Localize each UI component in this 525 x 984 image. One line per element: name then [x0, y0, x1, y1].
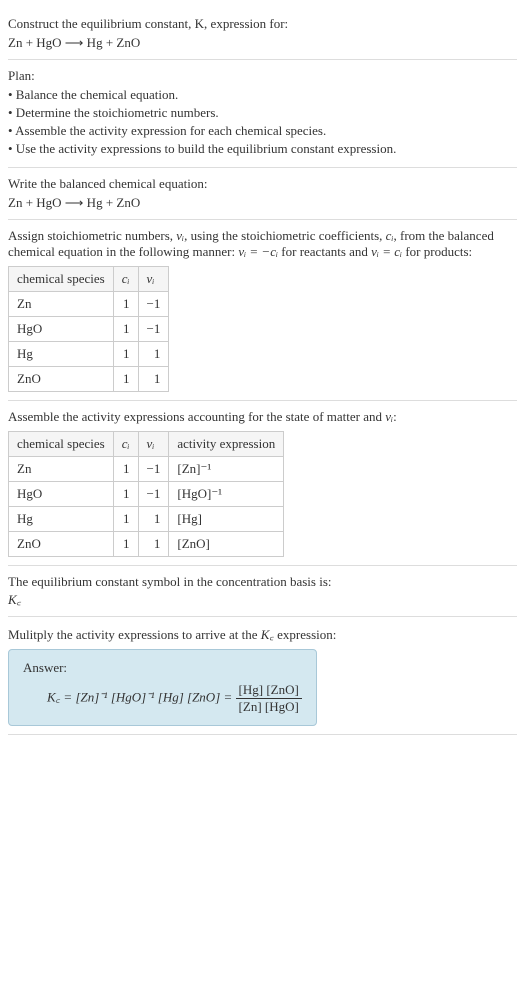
- cell-nu: −1: [138, 292, 169, 317]
- cell-c: 1: [113, 342, 138, 367]
- cell-c: 1: [113, 482, 138, 507]
- cell-c: 1: [113, 457, 138, 482]
- nu-symbol: νᵢ: [176, 228, 184, 243]
- cell-nu: 1: [138, 532, 169, 557]
- cell-nu: −1: [138, 317, 169, 342]
- intro-text: Construct the equilibrium constant, K, e…: [8, 16, 517, 32]
- cell-c: 1: [113, 317, 138, 342]
- table-row: Hg 1 1: [9, 342, 169, 367]
- multiply-text: Mulitply the activity expressions to arr…: [8, 625, 517, 643]
- cell-c: 1: [113, 532, 138, 557]
- multiply-section: Mulitply the activity expressions to arr…: [8, 617, 517, 735]
- symbol-text: The equilibrium constant symbol in the c…: [8, 574, 517, 590]
- stoich-table: chemical species cᵢ νᵢ Zn 1 −1 HgO 1 −1 …: [8, 266, 169, 392]
- cell-nu: 1: [138, 342, 169, 367]
- table-header-row: chemical species cᵢ νᵢ activity expressi…: [9, 432, 284, 457]
- plan-item: • Balance the chemical equation.: [8, 87, 517, 103]
- activity-text: Assemble the activity expressions accoun…: [8, 409, 517, 425]
- col-ci: cᵢ: [113, 432, 138, 457]
- symbol-section: The equilibrium constant symbol in the c…: [8, 566, 517, 617]
- nu-symbol: νᵢ: [385, 409, 393, 424]
- cell-nu: −1: [138, 457, 169, 482]
- table-row: Zn 1 −1: [9, 292, 169, 317]
- plan-section: Plan: • Balance the chemical equation. •…: [8, 60, 517, 168]
- text: , using the stoichiometric coefficients,: [184, 228, 386, 243]
- answer-expression: K꜀ = [Zn]⁻¹ [HgO]⁻¹ [Hg] [ZnO] = [Hg] [Z…: [47, 682, 302, 715]
- col-nu: νᵢ: [138, 267, 169, 292]
- plan-item: • Assemble the activity expression for e…: [8, 123, 517, 139]
- cell-activity: [Hg]: [169, 507, 284, 532]
- relation: νᵢ = cᵢ: [371, 244, 402, 259]
- balanced-section: Write the balanced chemical equation: Zn…: [8, 168, 517, 220]
- plan-item: • Determine the stoichiometric numbers.: [8, 105, 517, 121]
- text: Assemble the activity expressions accoun…: [8, 409, 385, 424]
- col-activity: activity expression: [169, 432, 284, 457]
- table-row: Hg 1 1 [Hg]: [9, 507, 284, 532]
- cell-activity: [HgO]⁻¹: [169, 482, 284, 507]
- plan-list: • Balance the chemical equation. • Deter…: [8, 87, 517, 157]
- table-row: ZnO 1 1 [ZnO]: [9, 532, 284, 557]
- table-row: Zn 1 −1 [Zn]⁻¹: [9, 457, 284, 482]
- intro-section: Construct the equilibrium constant, K, e…: [8, 8, 517, 60]
- balanced-text: Write the balanced chemical equation:: [8, 176, 517, 192]
- col-species: chemical species: [9, 432, 114, 457]
- cell-species: HgO: [9, 317, 114, 342]
- cell-activity: [ZnO]: [169, 532, 284, 557]
- cell-species: Zn: [9, 292, 114, 317]
- cell-species: Zn: [9, 457, 114, 482]
- stoich-section: Assign stoichiometric numbers, νᵢ, using…: [8, 220, 517, 401]
- text: Assign stoichiometric numbers,: [8, 228, 176, 243]
- answer-label: Answer:: [23, 660, 302, 676]
- cell-species: Hg: [9, 507, 114, 532]
- cell-nu: 1: [138, 367, 169, 392]
- activity-section: Assemble the activity expressions accoun…: [8, 401, 517, 566]
- fraction: [Hg] [ZnO][Zn] [HgO]: [236, 682, 302, 715]
- cell-species: HgO: [9, 482, 114, 507]
- table-row: HgO 1 −1: [9, 317, 169, 342]
- plan-header: Plan:: [8, 68, 517, 84]
- cell-species: Hg: [9, 342, 114, 367]
- cell-species: ZnO: [9, 532, 114, 557]
- fraction-numerator: [Hg] [ZnO]: [236, 682, 302, 699]
- kc-symbol: K꜀: [8, 590, 517, 608]
- text: Mulitply the activity expressions to arr…: [8, 627, 261, 642]
- intro-equation: Zn + HgO ⟶ Hg + ZnO: [8, 35, 517, 51]
- answer-lhs: K꜀ = [Zn]⁻¹ [HgO]⁻¹ [Hg] [ZnO] =: [47, 689, 236, 704]
- col-nu: νᵢ: [138, 432, 169, 457]
- table-header-row: chemical species cᵢ νᵢ: [9, 267, 169, 292]
- text: for reactants and: [278, 244, 371, 259]
- col-ci: cᵢ: [113, 267, 138, 292]
- ci-symbol: cᵢ: [386, 228, 394, 243]
- text: expression:: [274, 627, 336, 642]
- text: for products:: [402, 244, 472, 259]
- col-species: chemical species: [9, 267, 114, 292]
- answer-box: Answer: K꜀ = [Zn]⁻¹ [HgO]⁻¹ [Hg] [ZnO] =…: [8, 649, 317, 726]
- cell-species: ZnO: [9, 367, 114, 392]
- cell-activity: [Zn]⁻¹: [169, 457, 284, 482]
- table-row: ZnO 1 1: [9, 367, 169, 392]
- relation: νᵢ = −cᵢ: [238, 244, 278, 259]
- table-row: HgO 1 −1 [HgO]⁻¹: [9, 482, 284, 507]
- cell-c: 1: [113, 507, 138, 532]
- stoich-text: Assign stoichiometric numbers, νᵢ, using…: [8, 228, 517, 260]
- balanced-equation: Zn + HgO ⟶ Hg + ZnO: [8, 195, 517, 211]
- cell-nu: 1: [138, 507, 169, 532]
- cell-c: 1: [113, 367, 138, 392]
- intro-line1: Construct the equilibrium constant, K, e…: [8, 16, 288, 31]
- plan-item: • Use the activity expressions to build …: [8, 141, 517, 157]
- cell-nu: −1: [138, 482, 169, 507]
- kc-symbol: K꜀: [261, 627, 274, 642]
- text: :: [393, 409, 397, 424]
- activity-table: chemical species cᵢ νᵢ activity expressi…: [8, 431, 284, 557]
- fraction-denominator: [Zn] [HgO]: [236, 699, 302, 715]
- cell-c: 1: [113, 292, 138, 317]
